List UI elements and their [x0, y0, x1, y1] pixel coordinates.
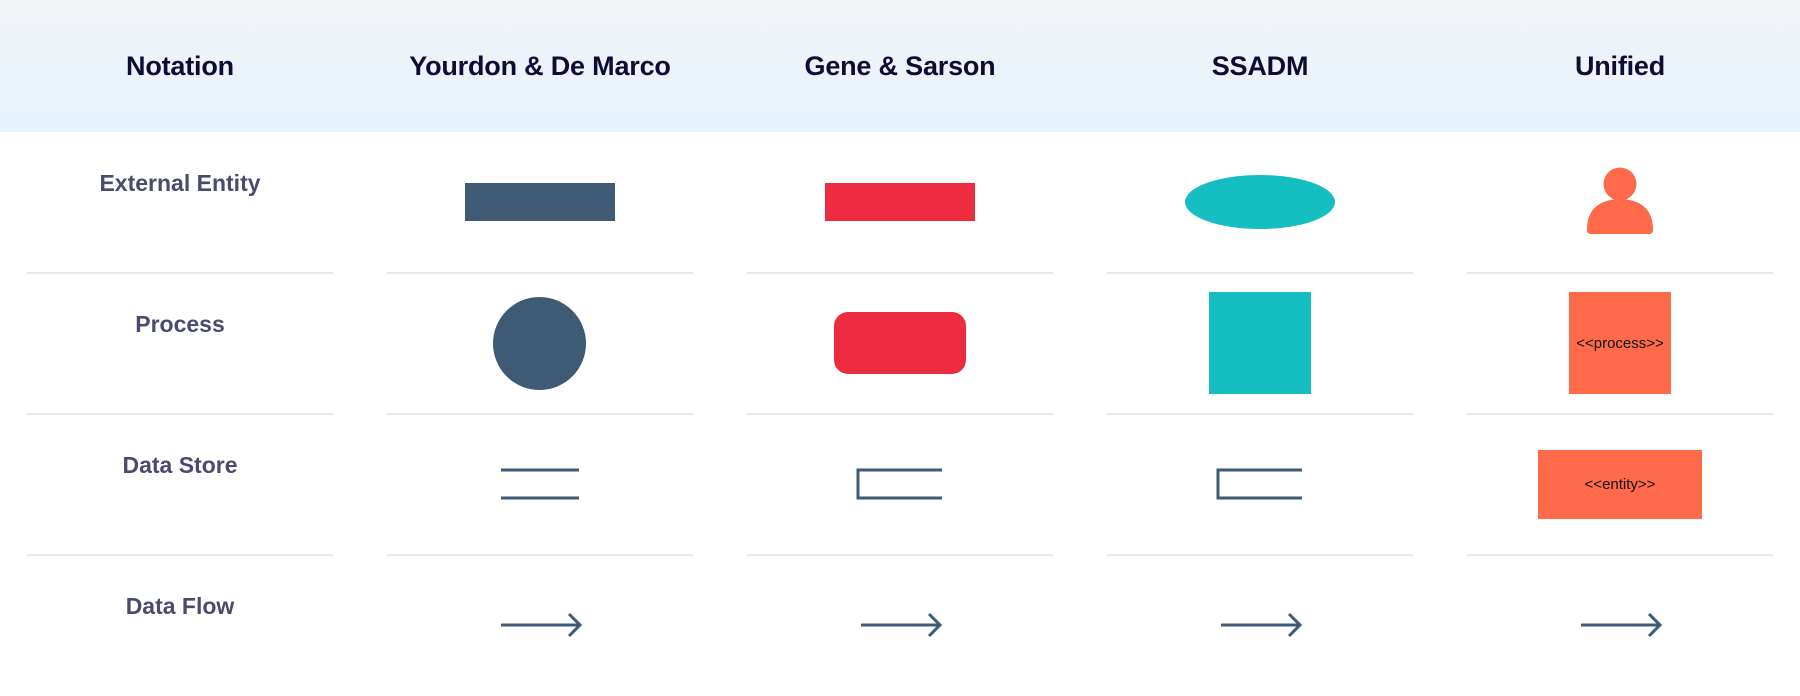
divider: [1467, 272, 1773, 274]
column-header-yourdon: Yourdon & De Marco: [409, 50, 671, 81]
divider: [387, 413, 693, 415]
divider: [1467, 413, 1773, 415]
ssadm-data-store-open-rectangle-icon: [1216, 468, 1302, 500]
yourdon-data-flow-arrow-icon: [501, 612, 583, 638]
divider: [387, 272, 693, 274]
divider: [1107, 554, 1413, 556]
column-header-notation: Notation: [126, 50, 234, 81]
divider: [27, 272, 333, 274]
unified-entity-stereotype-label: <<entity>>: [1584, 476, 1656, 493]
yourdon-process-circle: [493, 297, 586, 390]
row-label-process: Process: [135, 311, 225, 337]
divider: [747, 554, 1053, 556]
divider: [27, 413, 333, 415]
divider: [1467, 554, 1773, 556]
ssadm-process-square: [1209, 292, 1311, 394]
divider: [747, 272, 1053, 274]
yourdon-external-entity-rectangle: [465, 183, 615, 221]
divider: [747, 413, 1053, 415]
table-header: Notation Yourdon & De Marco Gene & Sarso…: [0, 0, 1800, 132]
ssadm-data-flow-arrow-icon: [1221, 612, 1303, 638]
divider: [1107, 272, 1413, 274]
column-header-unified: Unified: [1574, 50, 1666, 81]
unified-process-box: <<process>>: [1569, 292, 1671, 394]
ssadm-external-entity-ellipse: [1185, 175, 1335, 229]
gene-sarson-external-entity-rectangle: [825, 183, 975, 221]
gene-sarson-data-flow-arrow-icon: [861, 612, 943, 638]
unified-data-store-box: <<entity>>: [1538, 450, 1702, 519]
divider: [387, 554, 693, 556]
row-label-data-store: Data Store: [122, 452, 238, 478]
divider: [27, 554, 333, 556]
column-header-gene-sarson: Gene & Sarson: [804, 50, 996, 81]
unified-process-stereotype-label: <<process>>: [1576, 334, 1664, 352]
unified-data-flow-arrow-icon: [1581, 612, 1663, 638]
column-header-ssadm: SSADM: [1211, 50, 1309, 81]
gene-sarson-process-rounded-rectangle: [834, 312, 966, 374]
unified-external-entity-person-icon: [1587, 167, 1653, 234]
yourdon-data-store-parallel-lines-icon: [501, 468, 579, 500]
row-label-data-flow: Data Flow: [125, 593, 235, 619]
gene-sarson-data-store-open-rectangle-icon: [856, 468, 942, 500]
divider: [1107, 413, 1413, 415]
row-label-external-entity: External Entity: [99, 170, 261, 196]
